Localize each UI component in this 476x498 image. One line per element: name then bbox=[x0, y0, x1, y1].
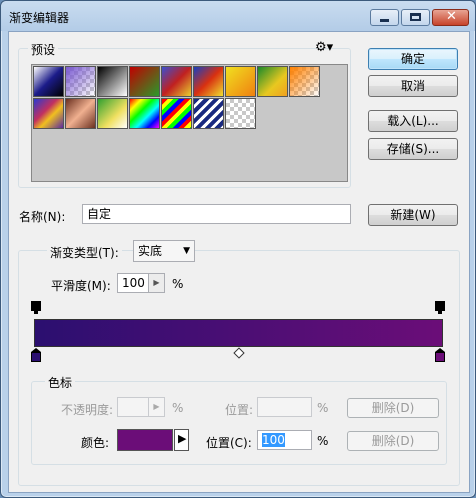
title-bar[interactable]: 渐变编辑器 ✕ bbox=[1, 1, 475, 31]
opacity-label: 不透明度: bbox=[61, 403, 114, 417]
dialog-client-area: 预设 ⚙▾ 确定 取消 载入(L)... 存储(S)... 名称(N): 自定 … bbox=[8, 31, 470, 493]
gradient-type-select[interactable]: 实底 ▼ bbox=[133, 240, 195, 262]
color-stops-group bbox=[31, 381, 447, 465]
preset-swatch[interactable] bbox=[161, 98, 192, 129]
presets-list[interactable] bbox=[31, 64, 348, 182]
preset-swatch[interactable] bbox=[193, 66, 224, 97]
preset-swatch[interactable] bbox=[33, 66, 64, 97]
triangle-right-icon: ▶ bbox=[178, 432, 187, 445]
opacity-input: ▶ bbox=[117, 397, 165, 417]
minimize-icon bbox=[380, 19, 389, 22]
color-stops-label: 色标 bbox=[45, 374, 76, 391]
preset-swatch[interactable] bbox=[65, 98, 96, 129]
gradient-type-value: 实底 bbox=[138, 244, 163, 258]
preset-swatch[interactable] bbox=[257, 66, 288, 97]
opacity-location-label: 位置: bbox=[225, 403, 254, 417]
color-swatch[interactable] bbox=[117, 429, 173, 451]
smoothness-label: 平滑度(M): bbox=[51, 279, 111, 293]
color-stop-end[interactable] bbox=[435, 348, 445, 362]
opacity-stop-start[interactable] bbox=[31, 301, 41, 314]
new-button[interactable]: 新建(W) bbox=[368, 204, 458, 226]
preset-swatch[interactable] bbox=[33, 98, 64, 129]
preset-swatch[interactable] bbox=[225, 66, 256, 97]
color-menu-button[interactable]: ▶ bbox=[174, 429, 189, 451]
color-stop-start[interactable] bbox=[31, 348, 41, 362]
location-label: 位置(C): bbox=[206, 436, 252, 450]
color-delete-button: 删除(D) bbox=[347, 431, 439, 451]
gradient-editor-window: 渐变编辑器 ✕ 预设 ⚙▾ 确定 取消 载入(L)... 存储(S)... 名称… bbox=[0, 0, 476, 498]
location-unit: % bbox=[317, 434, 329, 448]
preset-swatch[interactable] bbox=[65, 66, 96, 97]
smoothness-input[interactable]: 100 ▶ bbox=[117, 273, 165, 293]
preset-swatch[interactable] bbox=[193, 98, 224, 129]
location-input[interactable]: 100 bbox=[257, 430, 312, 450]
opacity-unit: % bbox=[172, 401, 184, 415]
midpoint-diamond[interactable] bbox=[233, 347, 245, 359]
save-button[interactable]: 存储(S)... bbox=[368, 138, 458, 160]
gradient-type-label: 渐变类型(T): bbox=[47, 244, 122, 261]
preset-swatch[interactable] bbox=[129, 98, 160, 129]
chevron-down-icon: ▼ bbox=[183, 246, 190, 256]
close-icon: ✕ bbox=[446, 9, 457, 24]
preset-swatch[interactable] bbox=[225, 98, 256, 129]
preset-swatch[interactable] bbox=[161, 66, 192, 97]
maximize-button[interactable] bbox=[401, 9, 430, 26]
color-label: 颜色: bbox=[81, 436, 110, 450]
preset-swatch[interactable] bbox=[129, 66, 160, 97]
location-value: 100 bbox=[262, 433, 285, 447]
preset-swatch[interactable] bbox=[97, 66, 128, 97]
presets-label: 预设 bbox=[28, 41, 59, 58]
name-input[interactable]: 自定 bbox=[82, 204, 351, 224]
name-label: 名称(N): bbox=[19, 210, 66, 224]
preset-swatch[interactable] bbox=[289, 66, 320, 97]
opacity-location-input bbox=[257, 397, 312, 417]
ok-button[interactable]: 确定 bbox=[368, 48, 458, 70]
load-button[interactable]: 载入(L)... bbox=[368, 110, 458, 132]
gear-icon[interactable]: ⚙▾ bbox=[315, 40, 333, 55]
gradient-bar[interactable] bbox=[34, 319, 443, 347]
cancel-button[interactable]: 取消 bbox=[368, 75, 458, 97]
window-title: 渐变编辑器 bbox=[9, 11, 70, 25]
smoothness-stepper[interactable]: ▶ bbox=[148, 274, 164, 292]
maximize-icon bbox=[410, 13, 421, 21]
close-button[interactable]: ✕ bbox=[432, 9, 469, 26]
presets-swatches bbox=[32, 65, 347, 181]
preset-swatch[interactable] bbox=[97, 98, 128, 129]
smoothness-unit: % bbox=[172, 277, 184, 291]
opacity-stop-end[interactable] bbox=[435, 301, 445, 314]
opacity-stepper: ▶ bbox=[148, 398, 164, 416]
minimize-button[interactable] bbox=[370, 9, 399, 26]
opacity-location-unit: % bbox=[317, 401, 329, 415]
opacity-delete-button: 删除(D) bbox=[347, 398, 439, 418]
smoothness-value: 100 bbox=[122, 276, 145, 290]
